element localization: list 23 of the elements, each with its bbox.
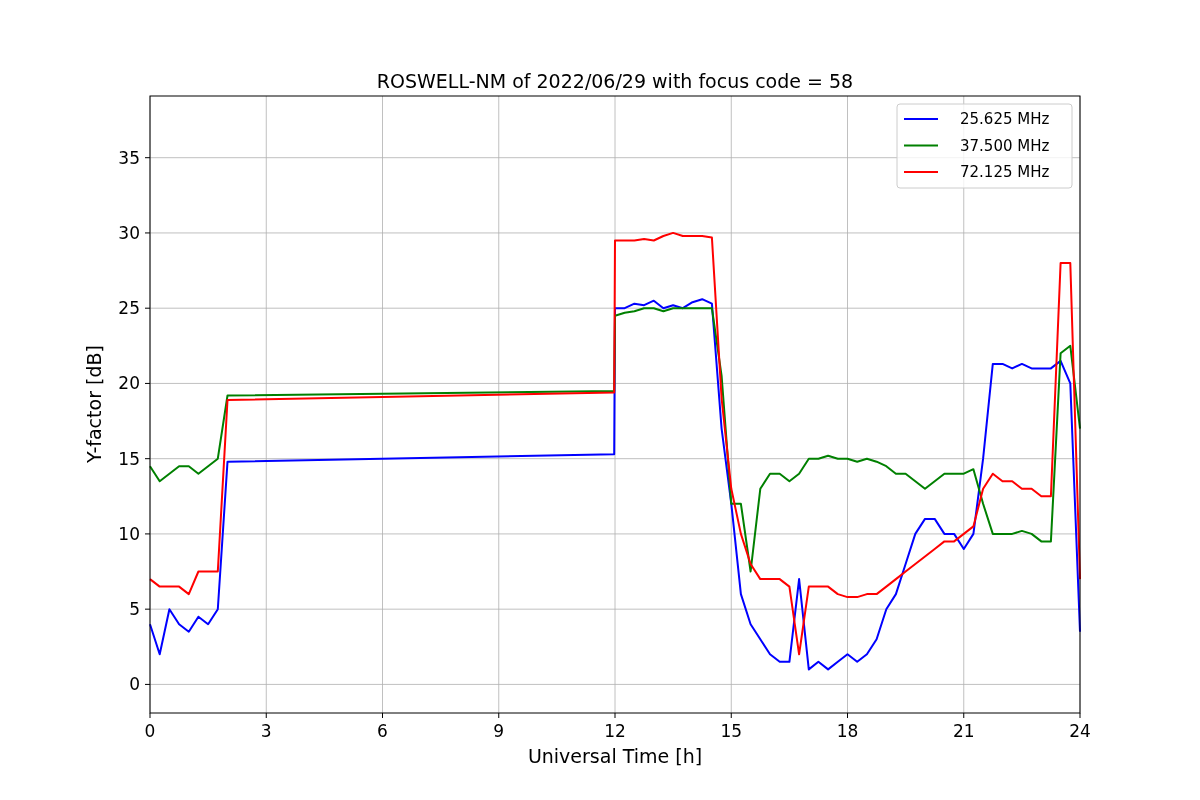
x-tick-label: 0	[144, 721, 156, 741]
legend-label: 37.500 MHz	[960, 136, 1050, 155]
x-tick-label: 21	[952, 721, 975, 741]
y-tick-label: 0	[129, 674, 140, 695]
x-tick-label: 18	[836, 721, 859, 741]
y-tick-label: 10	[118, 523, 140, 544]
y-tick-label: 30	[118, 222, 140, 243]
chart-title: ROSWELL-NM of 2022/06/29 with focus code = 58	[376, 70, 854, 92]
x-tick-label: 24	[1069, 721, 1091, 741]
y-tick-label: 15	[118, 448, 140, 469]
y-tick-label: 25	[118, 298, 140, 319]
y-tick-label: 20	[118, 373, 140, 394]
legend-label: 25.625 MHz	[960, 110, 1050, 128]
x-axis-label: Universal Time [h]	[527, 745, 703, 767]
y-axis-label: Y-factor [dB]	[83, 345, 105, 463]
x-tick-label: 3	[260, 721, 272, 741]
x-tick-label: 9	[493, 721, 505, 741]
y-tick-label: 5	[129, 599, 140, 620]
x-tick-label: 6	[377, 721, 388, 741]
x-tick-label: 12	[604, 721, 626, 741]
x-tick-label: 15	[720, 721, 743, 741]
legend-label: 72.125 MHz	[960, 163, 1050, 181]
y-tick-label: 35	[118, 147, 140, 168]
